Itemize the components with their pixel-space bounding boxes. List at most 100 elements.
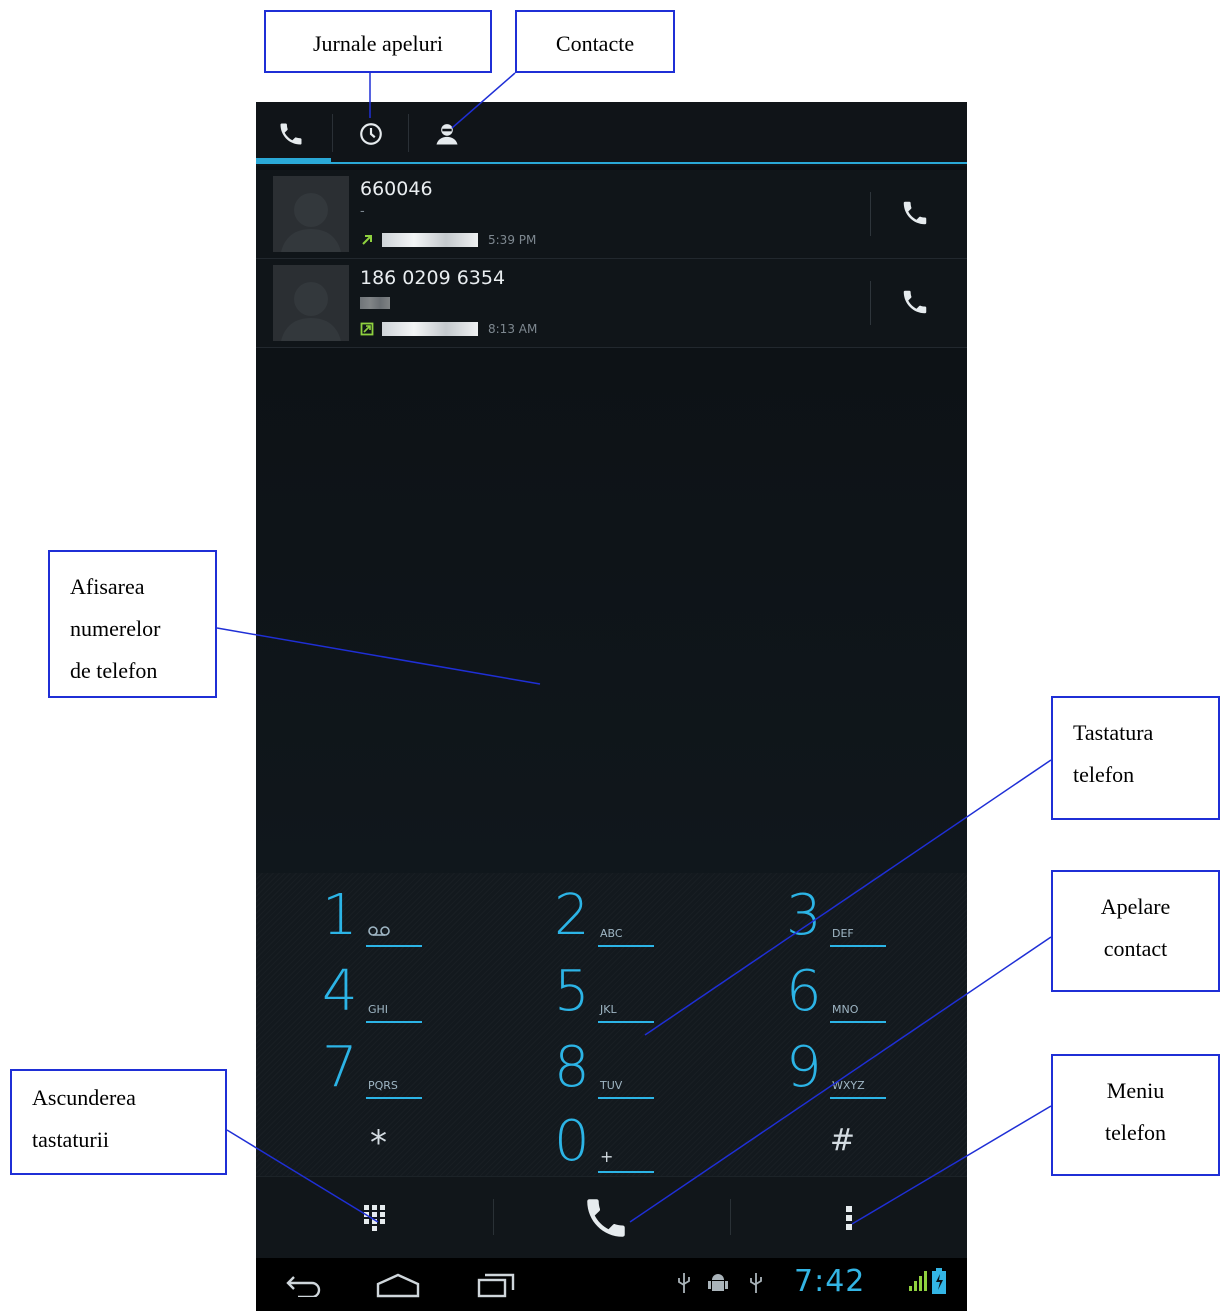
tab-separator xyxy=(408,114,409,152)
callout-hide-keypad: Ascunderea tastaturii xyxy=(10,1069,227,1175)
key-letters: + xyxy=(600,1147,614,1166)
phone-icon xyxy=(903,290,927,314)
tab-underline xyxy=(256,162,967,164)
key-9[interactable]: 9 WXYZ xyxy=(720,1035,957,1111)
key-underline xyxy=(598,1171,654,1173)
key-digit: 9 xyxy=(786,1035,822,1100)
redacted-name xyxy=(382,322,478,336)
back-icon xyxy=(286,1276,321,1297)
key-0[interactable]: 0 + xyxy=(488,1109,725,1185)
overflow-menu-button[interactable] xyxy=(804,1189,894,1247)
callout-menu-line-2: telefon xyxy=(1104,1120,1167,1145)
call-back-button[interactable] xyxy=(886,190,944,236)
key-symbol: # xyxy=(829,1123,856,1158)
key-underline xyxy=(830,945,886,947)
outgoing-call-icon xyxy=(362,235,372,245)
key-digit: 2 xyxy=(554,883,590,948)
home-button[interactable] xyxy=(368,1266,428,1304)
hide-dialpad-button[interactable] xyxy=(330,1189,420,1247)
default-contact-icon xyxy=(281,193,341,252)
key-4[interactable]: 4 GHI xyxy=(256,959,493,1035)
dialer-action-bar xyxy=(256,1176,967,1259)
android-debug-icon xyxy=(708,1274,728,1291)
call-log-label: - xyxy=(360,204,365,219)
key-digit: 3 xyxy=(786,883,822,948)
key-star[interactable]: * xyxy=(256,1109,493,1185)
key-letters: MNO xyxy=(832,1003,859,1016)
key-letters: ABC xyxy=(600,927,623,940)
action-separator xyxy=(730,1199,731,1235)
key-7[interactable]: 7 PQRS xyxy=(256,1035,493,1111)
call-log-number: 186 0209 6354 xyxy=(360,267,506,289)
callout-call-contact-line-2: contact xyxy=(1103,936,1168,961)
call-log-entry[interactable]: 660046 - 5:39 PM xyxy=(256,170,967,259)
callout-call-contact-line-1: Apelare xyxy=(1100,894,1171,919)
key-letters: TUV xyxy=(600,1079,623,1092)
system-nav-bar: 7:42 xyxy=(256,1258,967,1311)
dialpad: 1 2 ABC 3 DEF 4 GHI 5 JKL 6 MNO 7 PQRS 8… xyxy=(256,873,967,1176)
key-underline xyxy=(830,1021,886,1023)
action-separator xyxy=(493,1199,494,1235)
key-3[interactable]: 3 DEF xyxy=(720,883,957,959)
callout-menu: Meniu telefon xyxy=(1051,1054,1220,1176)
redacted-name xyxy=(382,233,478,247)
call-log-time: 5:39 PM xyxy=(488,233,537,247)
callout-call-logs-text: Jurnale apeluri xyxy=(312,31,444,56)
recent-apps-button[interactable] xyxy=(466,1266,526,1304)
key-underline xyxy=(366,1097,422,1099)
key-digit: 8 xyxy=(554,1035,590,1100)
key-letters: GHI xyxy=(368,1003,389,1016)
key-digit: 1 xyxy=(322,883,358,948)
key-6[interactable]: 6 MNO xyxy=(720,959,957,1035)
call-log-meta: 5:39 PM xyxy=(360,232,536,248)
key-underline xyxy=(598,1021,654,1023)
key-letters: WXYZ xyxy=(832,1079,865,1092)
call-back-button[interactable] xyxy=(886,279,944,325)
tab-separator xyxy=(332,114,333,152)
key-letters: DEF xyxy=(832,927,854,940)
tab-dialer[interactable] xyxy=(256,112,326,156)
callout-hide-keypad-line-2: tastaturii xyxy=(32,1127,109,1152)
callout-keypad: Tastatura telefon xyxy=(1051,696,1220,820)
key-5[interactable]: 5 JKL xyxy=(488,959,725,1035)
callout-display-line-1: Afisarea xyxy=(70,574,145,599)
avatar xyxy=(273,265,349,341)
key-letters: JKL xyxy=(600,1003,617,1016)
call-log-meta: 8:13 AM xyxy=(360,321,537,337)
phone-screen: 660046 - 5:39 PM 186 0209 6354 8:13 AM 1… xyxy=(256,102,967,1311)
callout-menu-line-1: Meniu xyxy=(1106,1078,1165,1103)
back-button[interactable] xyxy=(274,1266,334,1304)
status-clock: 7:42 xyxy=(794,1264,866,1299)
clock-icon xyxy=(360,123,382,145)
key-8[interactable]: 8 TUV xyxy=(488,1035,725,1111)
key-underline xyxy=(598,1097,654,1099)
key-underline xyxy=(366,945,422,947)
avatar xyxy=(273,176,349,252)
forwarded-call-icon xyxy=(360,322,374,336)
callout-contacts-text: Contacte xyxy=(555,31,635,56)
callout-display: Afisarea numerelor de telefon xyxy=(48,550,217,698)
home-icon xyxy=(376,1273,420,1298)
key-2[interactable]: 2 ABC xyxy=(488,883,725,959)
key-digit: 0 xyxy=(554,1109,590,1174)
key-digit: 7 xyxy=(322,1035,358,1100)
tab-call-log[interactable] xyxy=(336,112,406,156)
key-symbol: * xyxy=(370,1123,387,1163)
dialpad-icon xyxy=(364,1205,385,1231)
key-hash[interactable]: # xyxy=(720,1109,957,1185)
call-log-entry[interactable]: 186 0209 6354 8:13 AM xyxy=(256,259,967,348)
number-display-area[interactable] xyxy=(256,348,967,873)
phone-icon xyxy=(587,1199,625,1237)
redacted-label xyxy=(360,297,390,309)
call-log-label xyxy=(360,293,390,309)
phone-icon xyxy=(903,201,927,225)
callout-display-line-2: numerelor xyxy=(70,616,161,641)
dial-button[interactable] xyxy=(561,1189,651,1247)
voicemail-icon xyxy=(368,926,390,936)
callout-call-contact: Apelare contact xyxy=(1051,870,1220,992)
key-underline xyxy=(598,945,654,947)
key-1[interactable]: 1 xyxy=(256,883,493,959)
battery-charging-icon xyxy=(932,1268,946,1294)
tab-contacts[interactable] xyxy=(412,112,482,156)
phone-icon xyxy=(280,123,302,145)
